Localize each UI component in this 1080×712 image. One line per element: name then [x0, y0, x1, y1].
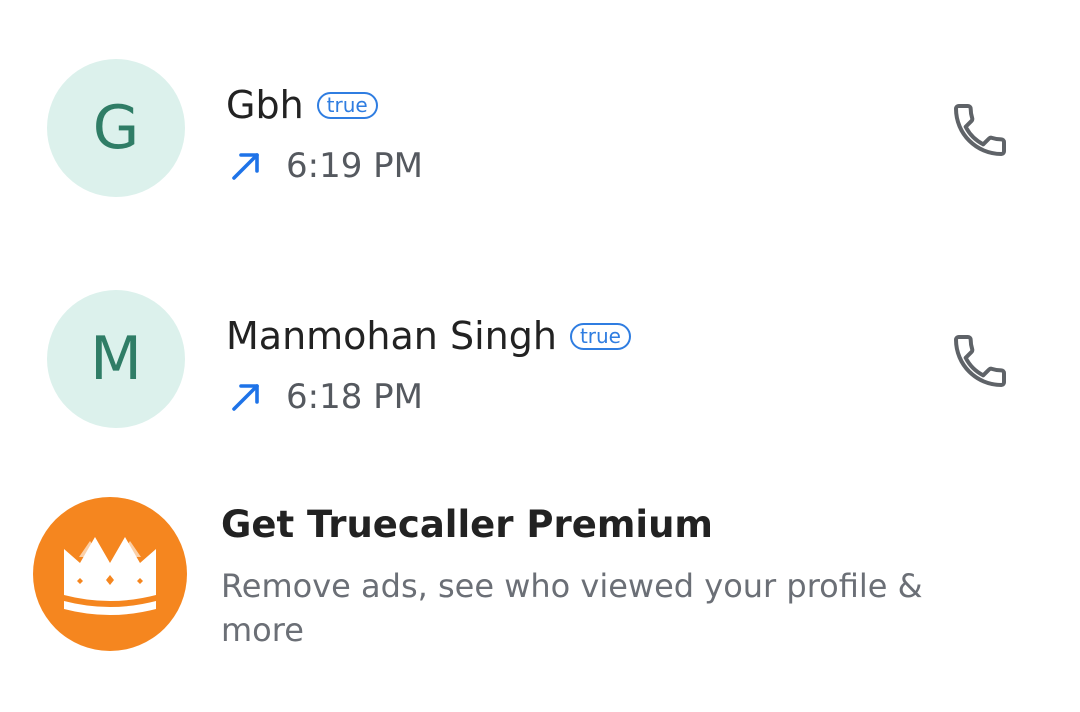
- call-log-item[interactable]: G Gbh true 6:19 PM: [0, 28, 1080, 228]
- call-detail-line: 6:19 PM: [228, 144, 423, 188]
- phone-icon: [954, 335, 1006, 387]
- outgoing-arrow-icon: [232, 384, 259, 411]
- call-detail-line: 6:18 PM: [228, 375, 423, 419]
- call-log-item[interactable]: M Manmohan Singh true 6:18 PM: [0, 259, 1080, 459]
- contact-name: Manmohan Singh: [226, 314, 557, 358]
- avatar[interactable]: G: [47, 59, 185, 197]
- contact-name-line: Gbh true: [226, 80, 378, 130]
- call-button[interactable]: [944, 325, 1016, 397]
- phone-icon: [954, 104, 1006, 156]
- true-badge: true: [569, 322, 631, 350]
- premium-promo[interactable]: Get Truecaller Premium Remove ads, see w…: [0, 480, 1080, 680]
- crown-icon: [33, 497, 187, 651]
- outgoing-arrow-icon: [232, 153, 259, 180]
- true-badge: true: [316, 91, 378, 119]
- avatar-initial: M: [90, 324, 142, 394]
- avatar-initial: G: [92, 93, 140, 163]
- call-time: 6:19 PM: [286, 146, 423, 186]
- avatar[interactable]: M: [47, 290, 185, 428]
- contact-name: Gbh: [226, 83, 304, 127]
- promo-subtitle: Remove ads, see who viewed your profile …: [221, 567, 923, 649]
- call-time: 6:18 PM: [286, 377, 423, 417]
- contact-name-line: Manmohan Singh true: [226, 311, 631, 361]
- call-button[interactable]: [944, 94, 1016, 166]
- promo-title: Get Truecaller Premium: [221, 503, 713, 546]
